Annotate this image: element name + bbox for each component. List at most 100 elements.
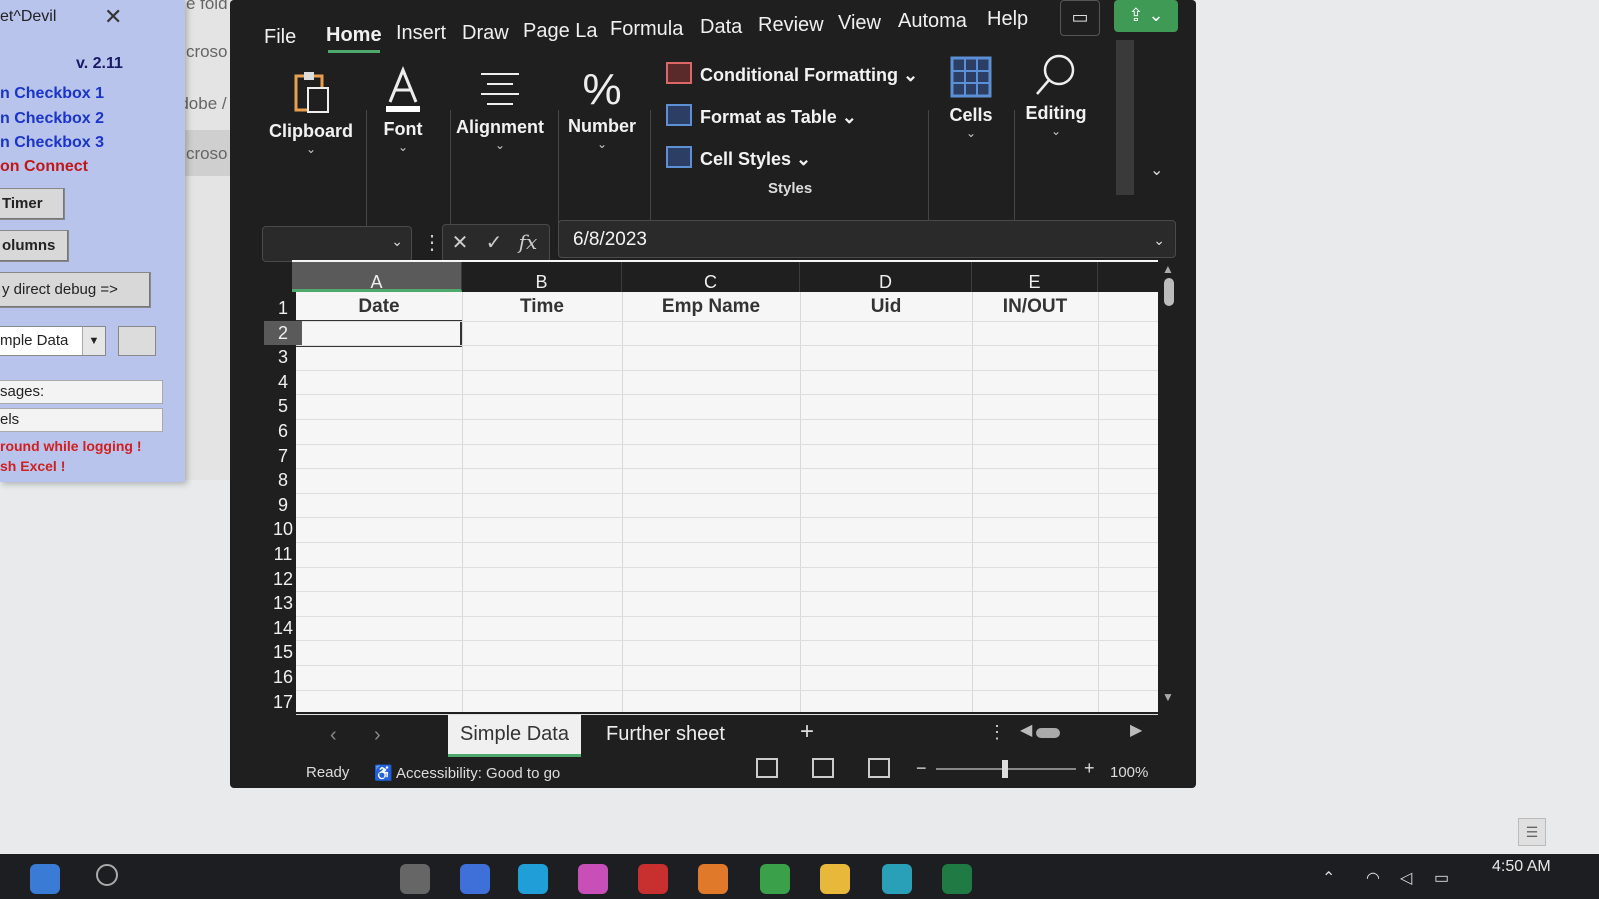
chevron-down-icon[interactable]: ⌄ xyxy=(370,140,436,154)
app-icon[interactable] xyxy=(578,864,608,894)
conditional-formatting-button[interactable]: Conditional Formatting ⌄ xyxy=(666,62,918,86)
search-icon[interactable] xyxy=(96,864,118,886)
notes-icon[interactable]: ☰ xyxy=(1518,818,1546,846)
row-header-1[interactable]: 1 xyxy=(264,296,302,321)
teams-icon[interactable] xyxy=(460,864,490,894)
chevron-left-icon[interactable]: ‹ xyxy=(330,724,337,747)
checkbox-1-link[interactable]: n Checkbox 1 xyxy=(0,85,104,103)
row-header-4[interactable]: 4 xyxy=(264,370,302,395)
chevron-up-icon[interactable]: ⌃ xyxy=(1322,868,1335,888)
sheet-tab-further-sheet[interactable]: Further sheet xyxy=(594,714,737,754)
vertical-scrollbar[interactable]: ▲ ▼ xyxy=(1162,262,1176,708)
app-icon[interactable] xyxy=(760,864,790,894)
active-cell-a2[interactable] xyxy=(296,320,462,347)
column-header-d[interactable]: D xyxy=(800,262,972,292)
editing-group[interactable]: Editing ⌄ xyxy=(1020,52,1092,138)
column-header-c[interactable]: C xyxy=(622,262,800,292)
scroll-down-icon[interactable]: ▼ xyxy=(1162,690,1174,704)
small-action-button[interactable] xyxy=(118,326,156,356)
columns-button[interactable]: olumns xyxy=(0,230,69,262)
cell-d1[interactable]: Uid xyxy=(800,292,972,320)
chevron-down-icon[interactable]: ⌄ xyxy=(454,138,546,152)
app-icon[interactable] xyxy=(882,864,912,894)
chevron-down-icon[interactable]: ⌄ xyxy=(1020,124,1092,138)
tab-data[interactable]: Data xyxy=(700,16,742,39)
chevron-down-icon[interactable]: ⌄ xyxy=(391,233,403,250)
tab-review[interactable]: Review xyxy=(758,14,824,37)
chevron-right-icon[interactable]: › xyxy=(374,724,381,747)
row-header-14[interactable]: 14 xyxy=(264,616,302,641)
edge-icon[interactable] xyxy=(518,864,548,894)
add-sheet-icon[interactable]: + xyxy=(800,718,814,746)
comment-icon[interactable]: ▭ xyxy=(1060,0,1100,36)
font-group[interactable]: Font ⌄ xyxy=(370,66,436,154)
horizontal-scroll-thumb[interactable] xyxy=(1036,728,1060,738)
tab-insert[interactable]: Insert xyxy=(396,22,446,45)
firefox-icon[interactable] xyxy=(698,864,728,894)
alignment-group[interactable]: Alignment ⌄ xyxy=(454,66,546,152)
cell-c1[interactable]: Emp Name xyxy=(622,292,800,320)
format-as-table-button[interactable]: Format as Table ⌄ xyxy=(666,104,857,128)
chevron-down-icon[interactable]: ⌄ xyxy=(266,142,356,156)
cancel-icon[interactable]: ✕ xyxy=(443,226,477,260)
row-header-10[interactable]: 10 xyxy=(264,517,302,542)
row-header-11[interactable]: 11 xyxy=(264,542,302,567)
close-icon[interactable]: ✕ xyxy=(104,4,122,30)
number-group[interactable]: % Number ⌄ xyxy=(564,64,640,151)
column-header-e[interactable]: E xyxy=(972,262,1098,292)
column-header-b[interactable]: B xyxy=(462,262,622,292)
scroll-thumb[interactable] xyxy=(1164,278,1174,306)
row-header-17[interactable]: 17 xyxy=(264,690,302,715)
insert-function-icon[interactable]: fx xyxy=(511,225,545,259)
normal-view-icon[interactable] xyxy=(756,758,778,778)
row-header-12[interactable]: 12 xyxy=(264,567,302,592)
scroll-right-icon[interactable]: ▶ xyxy=(1130,720,1142,740)
volume-icon[interactable]: ◁ xyxy=(1400,868,1412,888)
chevron-down-icon[interactable]: ⌄ xyxy=(564,137,640,151)
row-header-13[interactable]: 13 xyxy=(264,591,302,616)
tab-view[interactable]: View xyxy=(838,12,881,35)
tab-draw[interactable]: Draw xyxy=(462,22,509,45)
opera-icon[interactable] xyxy=(638,864,668,894)
column-header-a[interactable]: A xyxy=(292,262,462,292)
connect-link[interactable]: on Connect xyxy=(0,158,88,176)
scroll-left-icon[interactable]: ◀ xyxy=(1020,720,1032,740)
cells-group[interactable]: Cells ⌄ xyxy=(940,54,1002,140)
wifi-icon[interactable]: ◠ xyxy=(1366,868,1380,888)
tab-home[interactable]: Home xyxy=(326,24,382,53)
zoom-level[interactable]: 100% xyxy=(1110,764,1148,781)
file-explorer-icon[interactable] xyxy=(820,864,850,894)
tab-help[interactable]: Help xyxy=(987,8,1028,31)
row-header-9[interactable]: 9 xyxy=(264,493,302,518)
name-box[interactable]: ⌄ xyxy=(262,226,412,262)
cell-styles-button[interactable]: Cell Styles ⌄ xyxy=(666,146,811,170)
page-break-view-icon[interactable] xyxy=(868,758,890,778)
cell-e1[interactable]: IN/OUT xyxy=(972,292,1098,320)
excel-icon[interactable] xyxy=(942,864,972,894)
chevron-down-icon[interactable]: ⌄ xyxy=(940,126,1002,140)
enter-icon[interactable]: ✓ xyxy=(477,226,511,260)
chevron-down-icon[interactable]: ⌄ xyxy=(1153,221,1165,259)
zoom-slider-knob[interactable] xyxy=(1002,760,1008,778)
zoom-in-icon[interactable]: + xyxy=(1084,758,1095,779)
row-header-7[interactable]: 7 xyxy=(264,444,302,469)
tab-automate[interactable]: Automa xyxy=(898,10,967,33)
clipboard-group[interactable]: Clipboard ⌄ xyxy=(266,70,356,156)
tab-formulas[interactable]: Formula xyxy=(610,18,683,41)
tab-file[interactable]: File xyxy=(264,26,296,49)
row-header-6[interactable]: 6 xyxy=(264,419,302,444)
more-options-icon[interactable]: ⋮ xyxy=(988,722,1006,743)
clock[interactable]: 4:50 AM xyxy=(1492,858,1551,876)
row-header-2[interactable]: 2 xyxy=(264,320,302,346)
tab-page-layout[interactable]: Page La xyxy=(523,20,598,43)
more-options-icon[interactable]: ⋮ xyxy=(422,230,442,255)
chevron-down-icon[interactable]: ▼ xyxy=(82,327,105,355)
timer-button[interactable]: Timer xyxy=(0,188,65,220)
windows-start-icon[interactable] xyxy=(30,864,60,894)
scroll-up-icon[interactable]: ▲ xyxy=(1162,262,1174,276)
row-header-16[interactable]: 16 xyxy=(264,665,302,690)
cell-a1[interactable]: Date xyxy=(296,292,462,320)
row-header-15[interactable]: 15 xyxy=(264,640,302,665)
share-icon[interactable]: ⇪ ⌄ xyxy=(1114,0,1178,32)
messages-field[interactable]: sages: xyxy=(0,380,163,404)
